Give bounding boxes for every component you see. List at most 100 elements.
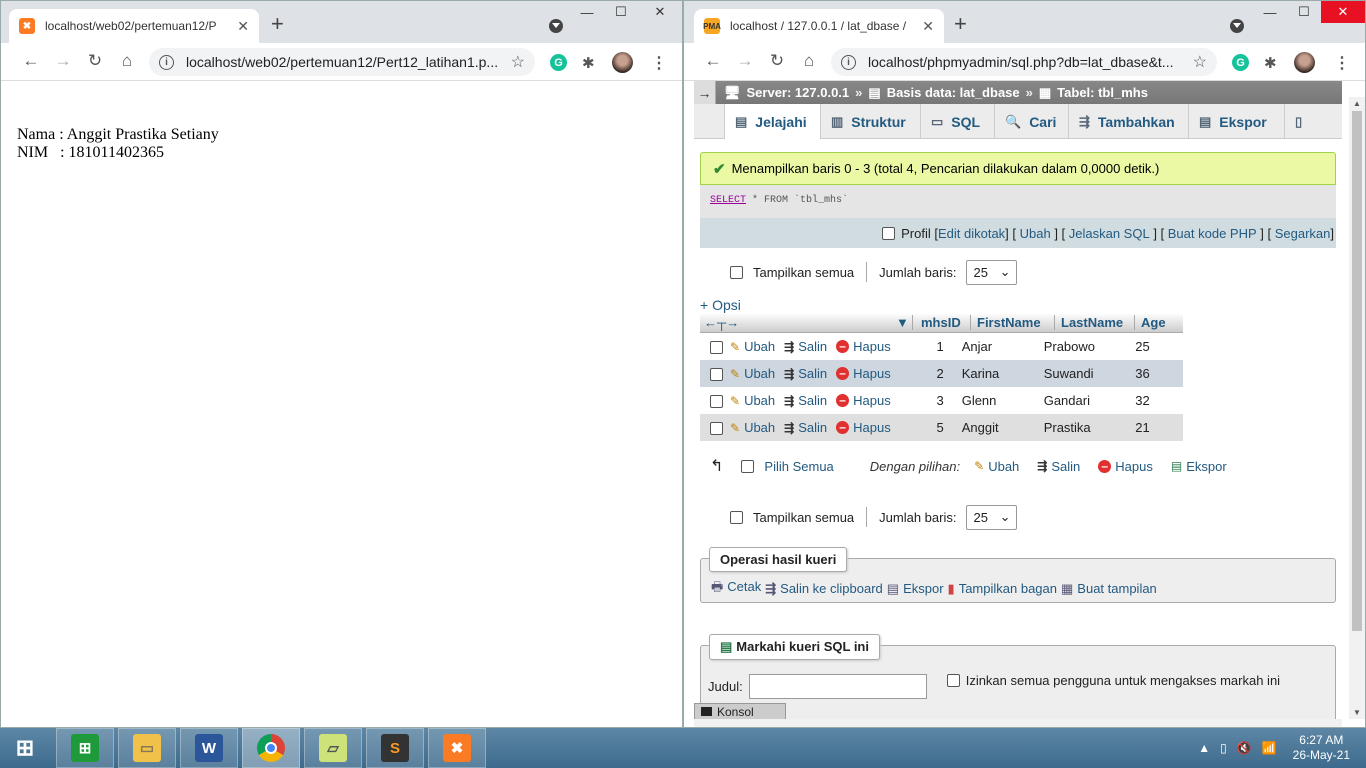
show-hidden-icons-icon[interactable]: ▲ (1198, 741, 1210, 755)
cell-firstname[interactable]: Glenn (948, 393, 1032, 408)
show-all-checkbox[interactable] (730, 510, 743, 524)
browser-tab[interactable]: PMA localhost / 127.0.0.1 / lat_dbase / … (694, 9, 944, 43)
back-icon[interactable]: ← (20, 51, 42, 71)
tab-more[interactable]: ▯ (1284, 104, 1324, 139)
copy-row-button[interactable]: ⇶ Salin (784, 366, 827, 381)
cell-firstname[interactable]: Anggit (948, 420, 1032, 435)
network-icon[interactable]: 📶 (1262, 741, 1277, 755)
refresh-link[interactable]: Segarkan (1275, 226, 1331, 241)
tab-jelajahi[interactable]: ▤ Jelajahi (724, 104, 820, 139)
cell-lastname[interactable]: Prabowo (1032, 339, 1112, 354)
cell-age[interactable]: 21 (1112, 420, 1154, 435)
profile-avatar[interactable] (612, 52, 633, 73)
home-icon[interactable]: ⌂ (798, 51, 820, 71)
forward-icon[interactable]: → (734, 51, 756, 71)
scroll-thumb[interactable] (1352, 111, 1362, 631)
browser-tab[interactable]: ✖ localhost/web02/pertemuan12/P ✕ (9, 9, 259, 43)
taskbar-sticky-notes[interactable]: ▱ (304, 728, 362, 768)
reload-icon[interactable]: ↻ (766, 51, 788, 71)
tab-search-icon[interactable] (549, 19, 563, 33)
close-tab-icon[interactable]: ✕ (922, 18, 934, 35)
bulk-delete-button[interactable]: – Hapus (1098, 459, 1153, 474)
address-bar[interactable]: i localhost/phpmyadmin/sql.php?db=lat_db… (831, 48, 1217, 76)
taskbar-explorer[interactable]: ▭ (118, 728, 176, 768)
options-link[interactable]: + Opsi (700, 297, 741, 313)
clock[interactable]: 6:27 AM 26-May-21 (1293, 733, 1350, 763)
vertical-scrollbar[interactable]: ▲ ▼ (1349, 97, 1365, 719)
copy-row-button[interactable]: ⇶ Salin (784, 420, 827, 435)
edit-sql-link[interactable]: Ubah (1020, 226, 1051, 241)
create-php-link[interactable]: Buat kode PHP (1168, 226, 1257, 241)
console-tab[interactable]: Konsol (694, 703, 786, 719)
menu-icon[interactable]: ⋮ (1334, 53, 1350, 73)
cell-mhsid[interactable]: 5 (900, 420, 948, 435)
taskbar-chrome[interactable] (242, 728, 300, 768)
bulk-edit-button[interactable]: ✎ Ubah (974, 459, 1019, 474)
bulk-export-button[interactable]: ▤ Ekspor (1171, 459, 1227, 474)
extensions-icon[interactable]: ✱ (1264, 54, 1281, 72)
new-tab-button[interactable]: + (271, 13, 284, 35)
tab-cari[interactable]: 🔍 Cari (994, 104, 1068, 139)
reload-icon[interactable]: ↻ (84, 51, 106, 71)
show-all-checkbox[interactable] (730, 265, 743, 279)
export-link[interactable]: ▤ Ekspor (887, 581, 944, 597)
forward-icon[interactable]: → (52, 51, 74, 71)
table-row[interactable]: ✎ Ubah ⇶ Salin – Hapus 5 Anggit Prastika 21 (700, 414, 1183, 441)
breadcrumb-server[interactable]: Server: 127.0.0.1 (747, 85, 850, 100)
extensions-icon[interactable]: ✱ (582, 54, 599, 72)
row-checkbox[interactable] (710, 395, 723, 409)
tab-struktur[interactable]: ▥ Struktur (820, 104, 920, 139)
row-checkbox[interactable] (710, 368, 723, 382)
minimize-button[interactable]: — (570, 1, 604, 23)
copy-row-button[interactable]: ⇶ Salin (784, 393, 827, 408)
column-header-age[interactable]: Age (1134, 315, 1176, 330)
edit-row-button[interactable]: ✎ Ubah (730, 339, 775, 354)
bulk-copy-button[interactable]: ⇶ Salin (1037, 459, 1080, 474)
column-header-lastname[interactable]: LastName (1054, 315, 1134, 330)
allow-all-checkbox[interactable] (946, 674, 960, 687)
bookmark-star-icon[interactable]: ☆ (1193, 52, 1207, 72)
chart-link[interactable]: ▮ Tampilkan bagan (948, 581, 1057, 597)
start-button[interactable]: ⊞ (0, 728, 50, 768)
cell-firstname[interactable]: Anjar (948, 339, 1032, 354)
delete-row-button[interactable]: – Hapus (836, 339, 891, 354)
create-view-link[interactable]: ▦ Buat tampilan (1061, 581, 1157, 597)
info-icon[interactable]: i (841, 54, 856, 70)
edit-row-button[interactable]: ✎ Ubah (730, 366, 775, 381)
tab-sql[interactable]: ▭ SQL (920, 104, 994, 139)
maximize-button[interactable]: ☐ (604, 1, 638, 23)
close-tab-icon[interactable]: ✕ (237, 18, 249, 35)
copy-clipboard-link[interactable]: ⇶ Salin ke clipboard (765, 581, 883, 597)
address-bar[interactable]: i localhost/web02/pertemuan12/Pert12_lat… (149, 48, 535, 76)
bookmark-star-icon[interactable]: ☆ (511, 52, 525, 72)
grammarly-icon[interactable]: G (1232, 54, 1249, 71)
maximize-button[interactable]: ☐ (1287, 1, 1321, 23)
minimize-button[interactable]: — (1253, 1, 1287, 23)
cell-lastname[interactable]: Gandari (1032, 393, 1112, 408)
select-all-checkbox[interactable] (741, 459, 755, 473)
rows-select[interactable]: 25 ⌄ (966, 504, 1018, 530)
tab-ekspor[interactable]: ▤ Ekspor (1188, 104, 1284, 139)
rows-select[interactable]: 25 ⌄ (966, 259, 1018, 285)
cell-lastname[interactable]: Prastika (1032, 420, 1112, 435)
explain-sql-link[interactable]: Jelaskan SQL (1069, 226, 1150, 241)
row-checkbox[interactable] (710, 422, 723, 436)
copy-row-button[interactable]: ⇶ Salin (784, 339, 827, 354)
title-input[interactable] (748, 674, 927, 699)
select-all-label[interactable]: Pilih Semua (764, 459, 833, 474)
tab-tambahkan[interactable]: ⇶ Tambahkan (1068, 104, 1188, 139)
breadcrumb-table[interactable]: Tabel: tbl_mhs (1057, 85, 1148, 100)
taskbar-xampp[interactable]: ✖ (428, 728, 486, 768)
battery-icon[interactable]: ▯ (1220, 741, 1227, 755)
edit-inline-link[interactable]: Edit dikotak (938, 226, 1005, 241)
cell-age[interactable]: 32 (1112, 393, 1154, 408)
column-resize-icon[interactable]: ←┬→ (700, 315, 896, 330)
print-link[interactable]: 🖶 Cetak (711, 578, 761, 600)
cell-mhsid[interactable]: 3 (900, 393, 948, 408)
delete-row-button[interactable]: – Hapus (836, 420, 891, 435)
taskbar-store[interactable]: ⊞ (56, 728, 114, 768)
delete-row-button[interactable]: – Hapus (836, 393, 891, 408)
breadcrumb-database[interactable]: Basis data: lat_dbase (887, 85, 1020, 100)
scroll-up-icon[interactable]: ▲ (1353, 99, 1361, 108)
menu-icon[interactable]: ⋮ (651, 53, 667, 73)
